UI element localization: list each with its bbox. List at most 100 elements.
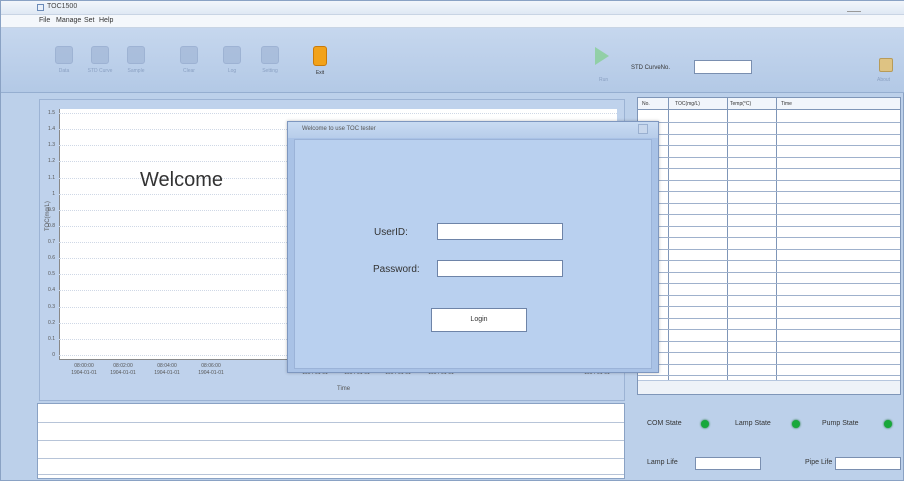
horizontal-scrollbar[interactable] — [638, 380, 900, 394]
clear-icon — [180, 46, 198, 64]
table-row — [638, 248, 900, 250]
sample-button[interactable]: Sample — [123, 46, 149, 74]
y-tick-label: 0.1 — [48, 335, 55, 342]
pump-state-label: Pump State — [822, 420, 859, 427]
log-line — [38, 422, 624, 423]
table-row — [638, 283, 900, 284]
std-curve-input[interactable] — [694, 60, 752, 74]
userid-input[interactable] — [437, 223, 563, 240]
minimize-icon[interactable] — [847, 4, 861, 12]
y-tick-label: 0.7 — [48, 239, 55, 246]
curve-icon — [91, 46, 109, 64]
x-tick-label: 08:04:00 1904-01-01 — [154, 363, 180, 376]
y-tick-label: 0.6 — [48, 255, 55, 262]
log-panel — [37, 403, 625, 479]
clear-button-label: Clear — [183, 68, 195, 74]
app-icon — [37, 4, 44, 11]
exit-button-label: Exit — [315, 70, 325, 76]
password-input[interactable] — [437, 260, 563, 277]
table-column-divider — [776, 98, 777, 380]
table-row — [638, 237, 900, 238]
grid-line — [59, 113, 617, 114]
y-tick-label: 0.2 — [48, 319, 55, 326]
toolbar: Data STD Curve Sample Clear Log Setting … — [1, 28, 904, 93]
y-tick-label: 1.5 — [48, 110, 55, 116]
table-column-divider — [668, 98, 669, 380]
sample-button-label: Sample — [127, 68, 145, 74]
login-button[interactable]: Login — [431, 308, 527, 332]
about-icon[interactable] — [879, 58, 893, 72]
lamp-state-indicator — [792, 420, 800, 428]
table-row — [638, 225, 900, 227]
clear-button[interactable]: Clear — [176, 46, 202, 74]
x-tick-label: 08:06:00 1904-01-01 — [198, 363, 224, 376]
log-line — [38, 458, 624, 459]
login-dialog-titlebar[interactable]: Welcome to use TOC tester — [288, 122, 658, 138]
table-row — [638, 260, 900, 261]
col-temp[interactable]: Temp(°C) — [730, 101, 751, 107]
menu-file[interactable]: File — [39, 17, 50, 24]
login-dialog-body — [294, 139, 652, 369]
x-tick-label: 08:00:00 1904-01-01 — [71, 363, 97, 376]
setting-button[interactable]: Setting — [257, 46, 283, 74]
results-table: No. TOC(mg/L) Temp(°C) Time — [637, 97, 901, 395]
col-toc[interactable]: TOC(mg/L) — [675, 101, 700, 107]
run-label: Run — [599, 77, 609, 83]
pipe-life-label: Pipe Life — [805, 459, 833, 466]
userid-label: UserID: — [374, 227, 408, 238]
table-row — [638, 352, 900, 353]
y-tick-label: 0.5 — [48, 271, 55, 278]
pipe-life-field[interactable] — [835, 457, 901, 470]
table-column-divider — [727, 98, 728, 380]
menu-manage[interactable]: Manage — [56, 17, 81, 24]
y-tick-label: 0.3 — [48, 303, 55, 310]
run-icon[interactable] — [595, 47, 609, 65]
lamp-life-field[interactable] — [695, 457, 761, 470]
close-icon[interactable] — [638, 124, 648, 134]
lamp-life-label: Lamp Life — [647, 459, 678, 466]
window-title: TOC1500 — [47, 3, 78, 10]
table-row — [638, 306, 900, 307]
welcome-heading: Welcome — [140, 169, 223, 191]
setting-button-label: Setting — [262, 68, 278, 74]
log-icon — [223, 46, 241, 64]
table-row — [638, 329, 900, 330]
log-line — [38, 474, 624, 475]
exit-icon — [313, 46, 327, 66]
menu-set[interactable]: Set — [84, 17, 95, 24]
menu-help[interactable]: Help — [99, 17, 113, 24]
log-button[interactable]: Log — [219, 46, 245, 74]
table-row — [638, 363, 900, 365]
table-row — [638, 317, 900, 319]
com-state-label: COM State — [647, 420, 682, 427]
menu-bar: File Manage Set Help — [1, 15, 904, 28]
table-row — [638, 202, 900, 204]
y-tick-label: 1.3 — [48, 142, 55, 149]
table-row — [638, 168, 900, 169]
y-tick-label: 0 — [52, 352, 55, 358]
exit-button[interactable]: Exit — [307, 46, 333, 76]
about-label: About — [877, 77, 891, 83]
data-icon — [55, 46, 73, 64]
main-window: TOC1500 File Manage Set Help Data STD Cu… — [0, 0, 904, 481]
login-dialog-title: Welcome to use TOC tester — [302, 126, 376, 132]
col-time[interactable]: Time — [781, 101, 792, 107]
y-axis-label: TOC(mg/L) — [45, 201, 51, 231]
results-table-header: No. TOC(mg/L) Temp(°C) Time — [638, 98, 900, 110]
y-tick-label: 0.4 — [48, 287, 55, 294]
table-row — [638, 122, 900, 123]
col-no[interactable]: No. — [642, 101, 650, 107]
y-tick-label: 1.4 — [48, 126, 55, 133]
title-bar: TOC1500 — [1, 1, 904, 15]
std-curve-button[interactable]: STD Curve — [87, 46, 113, 74]
com-state-indicator — [701, 420, 709, 428]
y-tick-label: 1.2 — [48, 158, 55, 165]
table-row — [638, 214, 900, 215]
data-button[interactable]: Data — [51, 46, 77, 74]
table-row — [638, 271, 900, 273]
log-button-label: Log — [227, 68, 237, 74]
x-tick-label: 08:02:00 1904-01-01 — [110, 363, 136, 376]
sample-icon — [127, 46, 145, 64]
password-label: Password: — [373, 264, 420, 275]
table-row — [638, 133, 900, 135]
